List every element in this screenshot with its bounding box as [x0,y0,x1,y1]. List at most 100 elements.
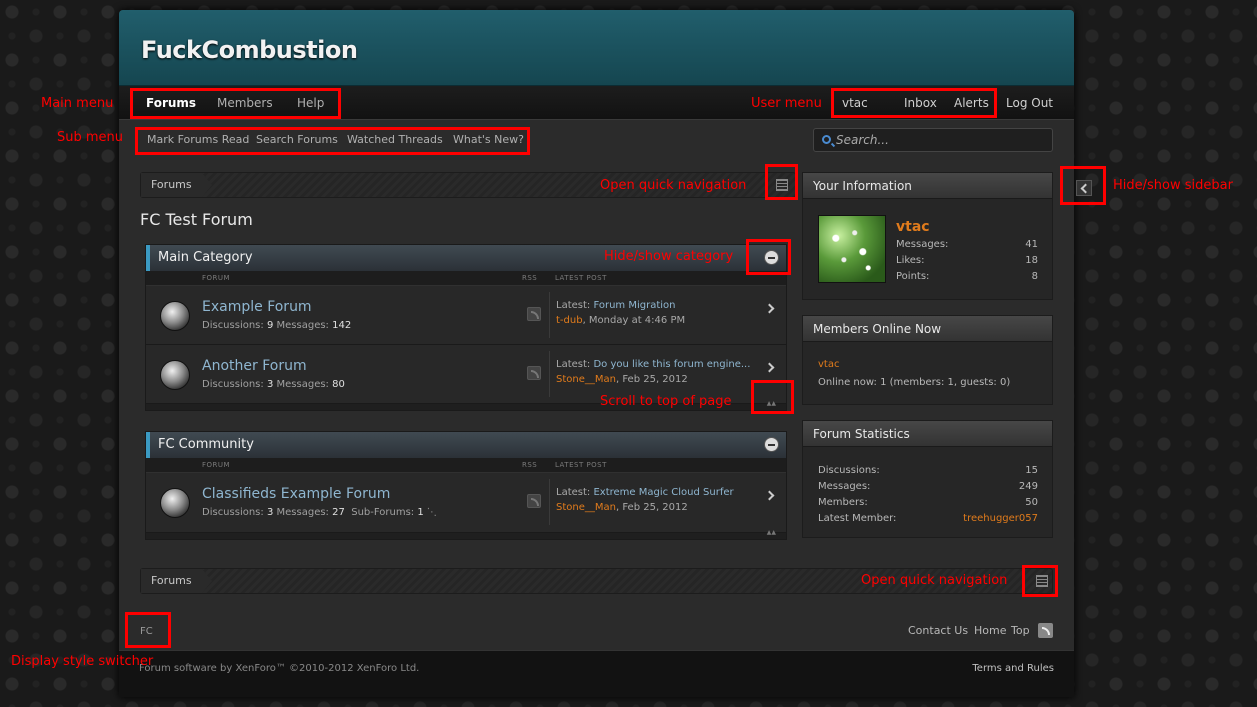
stat-messages: Messages: 41 [896,239,1038,250]
messages-label: Messages: [276,379,329,390]
online-summary: Online now: 1 (members: 1, guests: 0) [818,377,1011,388]
stat-value: 41 [1025,239,1038,250]
annotation-box-hide-category [746,239,791,275]
latest-member-link[interactable]: treehugger057 [963,513,1038,524]
annotation-quick-nav: Open quick navigation [600,178,747,193]
subforums-count: 1 [417,507,424,518]
site-logo[interactable]: FuckCombustion [141,36,358,64]
latest-user-link[interactable]: Stone__Man [556,502,616,513]
stat-label: Latest Member: [818,513,897,524]
rss-icon[interactable] [1038,623,1053,638]
rss-icon[interactable] [527,366,541,380]
messages-label: Messages: [276,320,329,331]
top-link[interactable]: Top [1011,624,1030,637]
page-title: FC Test Forum [140,210,253,229]
subforums-label[interactable]: Sub-Forums: [351,507,414,518]
forum-name-link[interactable]: Another Forum [202,358,307,374]
chevron-right-icon[interactable] [764,362,775,373]
discussions-label: Discussions: [202,379,264,390]
annotation-box-hide-sidebar [1060,166,1106,205]
search-icon [822,135,831,144]
annotation-box-main-menu [130,88,341,119]
home-link[interactable]: Home [974,624,1006,637]
discussions-count: 9 [266,320,274,331]
annotation-hide-sidebar: Hide/show sidebar [1113,178,1233,193]
contact-us-link[interactable]: Contact Us [908,624,968,637]
members-online-box: Members Online Now vtac Online now: 1 (m… [802,315,1053,405]
chevron-right-icon[interactable] [764,490,775,501]
latest-post: Latest: Extreme Magic Cloud Surfer [556,487,734,498]
sidebar-heading: Your Information [803,173,1052,199]
latest-user-link[interactable]: Stone__Man [556,374,616,385]
scroll-top-icon[interactable]: ▲▲ [767,529,776,536]
rss-icon[interactable] [527,494,541,508]
category-main: Main Category FORUM RSS LATEST POST Exam… [145,244,787,411]
footer-bar: Forum software by XenForo™ ©2010-2012 Xe… [119,650,1074,697]
latest-date: , Feb 25, 2012 [615,502,688,513]
logout-link[interactable]: Log Out [1006,96,1053,110]
divider [549,292,550,338]
latest-post-meta: t-dub, Monday at 4:46 PM [556,315,685,326]
annotation-box-sub-menu [135,127,530,155]
sidebar-heading: Members Online Now [803,316,1052,342]
terms-link[interactable]: Terms and Rules [972,663,1054,674]
category-header: FC Community [146,432,786,458]
messages-count: 142 [332,320,352,331]
collapse-category-icon[interactable] [764,437,779,452]
stat-latest-member: Latest Member: treehugger057 [818,513,1038,524]
stat-messages: Messages: 249 [818,481,1038,492]
breadcrumb-forums[interactable]: Forums [141,173,212,197]
annotation-box-style-switcher [125,612,171,648]
online-user-link[interactable]: vtac [818,359,839,370]
forum-name-link[interactable]: Classifieds Example Forum [202,486,390,502]
forum-name-link[interactable]: Example Forum [202,299,312,315]
category-title[interactable]: FC Community [158,437,254,452]
column-rss: RSS [522,461,538,469]
forum-statistics-box: Forum Statistics Discussions: 15 Message… [802,420,1053,538]
latest-user-link[interactable]: t-dub [556,315,583,326]
category-title[interactable]: Main Category [158,250,253,265]
column-rss: RSS [522,274,538,282]
column-headers: FORUM RSS LATEST POST [146,271,786,286]
stat-discussions: Discussions: 15 [818,465,1038,476]
latest-thread-link[interactable]: Forum Migration [593,300,675,311]
annotation-main-menu: Main menu [41,96,114,111]
rss-icon[interactable] [527,307,541,321]
annotation-box-user-menu [831,88,997,118]
messages-count: 27 [332,507,345,518]
latest-date: , Monday at 4:46 PM [582,315,686,326]
latest-thread-link[interactable]: Do you like this forum engine... [593,359,750,370]
stat-label: Members: [818,497,868,508]
search-input[interactable] [836,132,1046,148]
latest-label: Latest: [556,487,591,498]
annotation-user-menu: User menu [751,96,822,111]
latest-post-meta: Stone__Man, Feb 25, 2012 [556,374,688,385]
stat-likes: Likes: 18 [896,255,1038,266]
avatar[interactable] [818,215,886,283]
latest-thread-link[interactable]: Extreme Magic Cloud Surfer [593,487,733,498]
messages-count: 80 [332,379,345,390]
latest-post: Latest: Do you like this forum engine... [556,359,750,370]
category-footer: ▲▲ [146,529,786,539]
forum-stats: Discussions: 9 Messages: 142 [202,320,351,331]
annotation-scroll-top: Scroll to top of page [600,394,732,409]
subforums-dropdown-icon[interactable]: ⋱ [427,507,437,518]
annotation-hide-category: Hide/show category [604,249,734,264]
column-headers: FORUM RSS LATEST POST [146,458,786,473]
annotation-box-scroll-top [751,380,794,414]
breadcrumb-forums[interactable]: Forums [141,569,212,593]
column-forum: FORUM [202,274,231,282]
chevron-right-icon[interactable] [764,303,775,314]
search-box[interactable] [813,128,1053,152]
copyright-text: Forum software by XenForo™ ©2010-2012 Xe… [139,663,420,674]
stat-points: Points: 8 [896,271,1038,282]
column-forum: FORUM [202,461,231,469]
sidebar-username[interactable]: vtac [896,219,930,235]
annotation-box-quick-nav-bottom [1022,565,1058,597]
stat-label: Messages: [896,239,949,250]
forum-stats: Discussions: 3 Messages: 80 [202,379,345,390]
latest-post-meta: Stone__Man, Feb 25, 2012 [556,502,688,513]
forum-status-icon [160,360,190,390]
forum-stats: Discussions: 3 Messages: 27 Sub-Forums: … [202,507,437,518]
stat-value: 15 [1025,465,1038,476]
